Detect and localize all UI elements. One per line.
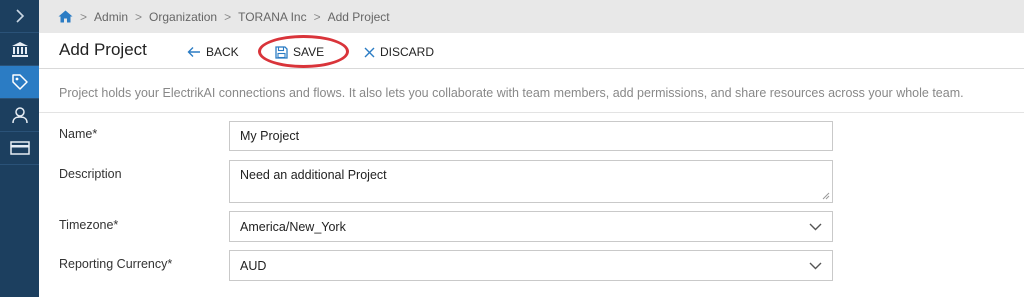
divider [39, 112, 1024, 113]
sidebar-expand-button[interactable] [0, 0, 39, 33]
description-textarea[interactable]: Need an additional Project [229, 160, 833, 203]
chevron-down-icon [809, 223, 822, 230]
name-input[interactable]: My Project [229, 121, 833, 151]
breadcrumb-item-admin[interactable]: Admin [94, 10, 128, 24]
breadcrumb-item-current: Add Project [327, 9, 390, 24]
breadcrumb-separator: > [313, 9, 321, 24]
breadcrumb-separator: > [135, 9, 143, 24]
card-icon [9, 141, 30, 155]
sidebar-item-billing[interactable] [0, 132, 39, 165]
discard-button-label: DISCARD [380, 45, 435, 59]
floppy-disk-icon [275, 45, 288, 59]
timezone-select[interactable]: America/New_York [229, 211, 833, 242]
currency-label: Reporting Currency* [59, 257, 173, 271]
page-description: Project holds your ElectrikAI connection… [59, 86, 964, 100]
back-button-label: BACK [206, 45, 239, 59]
chevron-right-icon [15, 9, 24, 23]
timezone-label: Timezone* [59, 218, 119, 232]
breadcrumb: > Admin > Organization > TORANA Inc > Ad… [39, 0, 1024, 33]
name-input-value: My Project [240, 129, 300, 143]
discard-button[interactable]: DISCARD [364, 43, 434, 61]
currency-select-value: AUD [240, 258, 267, 273]
back-button[interactable]: BACK [187, 43, 239, 61]
arrow-left-icon [187, 47, 200, 57]
close-icon [364, 47, 375, 57]
sidebar-item-organization[interactable] [0, 33, 39, 66]
sidebar-item-users[interactable] [0, 99, 39, 132]
breadcrumb-item-company[interactable]: TORANA Inc [238, 10, 306, 24]
description-textarea-value: Need an additional Project [240, 168, 387, 182]
chevron-down-icon [809, 262, 822, 269]
name-label: Name* [59, 127, 98, 141]
save-button-label: SAVE [293, 45, 325, 59]
bank-icon [11, 42, 28, 57]
save-button[interactable]: SAVE [275, 43, 324, 61]
currency-select[interactable]: AUD [229, 250, 833, 281]
timezone-select-value: America/New_York [240, 219, 346, 234]
main-content: > Admin > Organization > TORANA Inc > Ad… [39, 0, 1024, 297]
home-icon[interactable] [58, 10, 73, 23]
tag-icon [11, 74, 28, 90]
resize-handle-icon[interactable] [822, 192, 830, 200]
toolbar: Add Project BACK SAVE DISCARD [39, 33, 1024, 69]
breadcrumb-separator: > [224, 9, 232, 24]
sidebar [0, 0, 39, 297]
user-icon [11, 107, 28, 124]
sidebar-item-projects[interactable] [0, 66, 39, 99]
page-title: Add Project [59, 40, 147, 59]
description-label: Description [59, 167, 122, 181]
breadcrumb-separator: > [80, 9, 88, 24]
breadcrumb-item-organization[interactable]: Organization [149, 10, 217, 24]
